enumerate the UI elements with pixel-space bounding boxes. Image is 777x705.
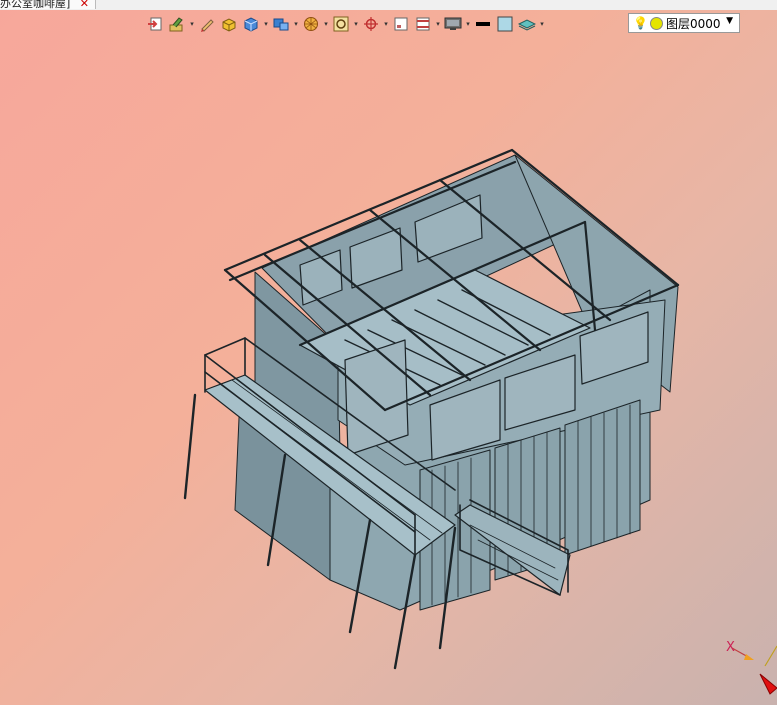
container-house-model <box>183 148 680 670</box>
x-axis-label: X <box>726 640 735 655</box>
